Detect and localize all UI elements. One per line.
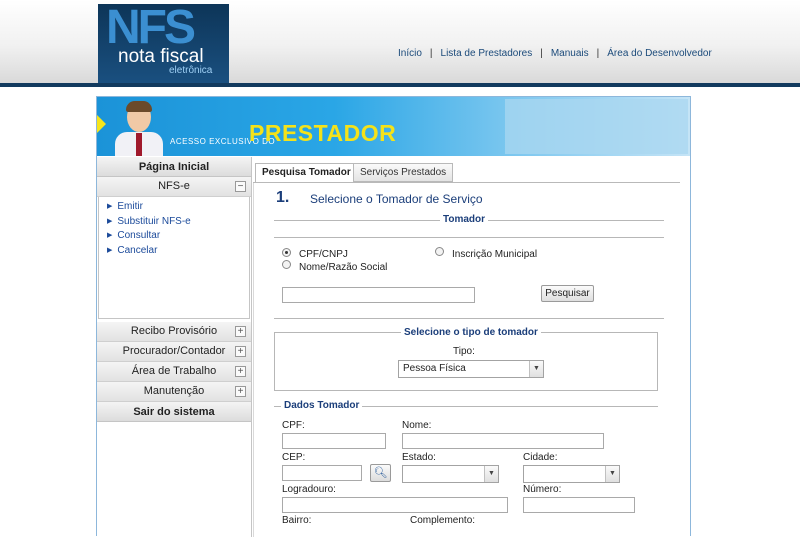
logradouro-label: Logradouro:	[282, 484, 336, 495]
sidebar-section-area-trabalho[interactable]: Área de Trabalho +	[97, 362, 251, 382]
sidebar-section-label: Recibo Provisório	[130, 325, 218, 337]
sidebar-logout[interactable]: Sair do sistema	[97, 402, 251, 422]
banner-title: PRESTADOR	[249, 120, 397, 146]
nav-separator: |	[540, 48, 543, 59]
nav-separator: |	[429, 48, 433, 59]
sidebar-section-label: NFS-e	[158, 180, 190, 192]
magnifier-icon[interactable]: 🔍︎	[370, 464, 391, 482]
radio-nome-razao-label: Nome/Razão Social	[299, 262, 388, 273]
tab-pesquisa-tomador[interactable]: Pesquisa Tomador	[255, 163, 358, 183]
tomador-search-input[interactable]	[282, 287, 475, 303]
sidebar: Página Inicial NFS-e − ▶ Emitir ▶ Substitu…	[97, 157, 252, 537]
top-header: NFS nota fiscal eletrônica Início | Lista …	[0, 0, 800, 84]
nome-input[interactable]	[402, 433, 604, 449]
cep-label: CEP:	[282, 452, 306, 463]
tab-panel: 1. Selecione o Tomador de Serviço Tomado…	[253, 183, 680, 537]
sidebar-section-label: Procurador/Contador	[122, 345, 226, 357]
nav-prestadores-link[interactable]: Lista de Prestadores	[441, 48, 533, 59]
tipo-tomador-legend: Selecione o tipo de tomador	[401, 327, 541, 338]
banner-arrow-icon	[97, 115, 106, 133]
main-container: ACESSO EXCLUSIVO DO PRESTADOR Página Ini…	[96, 96, 691, 537]
sidebar-link-cancelar[interactable]: ▶ Cancelar	[99, 244, 249, 259]
header-divider	[0, 83, 800, 87]
chevron-down-icon[interactable]: ▼	[529, 361, 543, 377]
estado-select[interactable]: ▼	[402, 465, 499, 483]
sidebar-section-procurador[interactable]: Procurador/Contador +	[97, 342, 251, 362]
numero-label: Número:	[523, 484, 562, 495]
chevron-down-icon[interactable]: ▼	[605, 466, 619, 482]
triangle-right-icon: ▶	[107, 217, 113, 225]
logo-sub-text: eletrônica	[169, 65, 213, 76]
triangle-right-icon: ▶	[107, 203, 113, 210]
tomador-legend: Tomador	[440, 214, 489, 225]
numero-input[interactable]	[523, 497, 635, 513]
sidebar-home[interactable]: Página Inicial	[97, 157, 251, 177]
cpf-input[interactable]	[282, 433, 386, 449]
sidebar-section-label: Manutenção	[143, 385, 205, 397]
expand-icon[interactable]: +	[235, 366, 246, 377]
bairro-label: Bairro:	[282, 515, 312, 526]
nome-label: Nome:	[402, 420, 432, 431]
prestador-banner: ACESSO EXCLUSIVO DO PRESTADOR	[97, 97, 690, 156]
nav-separator: |	[596, 48, 600, 59]
triangle-right-icon: ▶	[107, 232, 113, 239]
expand-icon[interactable]: +	[235, 326, 246, 337]
main-content: Pesquisa Tomador Serviços Prestados 1. S…	[253, 157, 690, 537]
sidebar-section-label: Área de Trabalho	[131, 365, 217, 377]
nav-desenvolvedor-link[interactable]: Área do Desenvolvedor	[607, 48, 712, 59]
radio-cpf-cnpj-label: CPF/CNPJ	[299, 249, 348, 260]
triangle-right-icon: ▶	[107, 246, 113, 254]
pesquisar-button[interactable]: Pesquisar	[541, 285, 594, 302]
tomador-bottom-rule	[274, 318, 664, 319]
sidebar-link-consultar[interactable]: ▶ Consultar	[99, 229, 249, 244]
cep-input[interactable]	[282, 465, 362, 481]
radio-inscricao-label: Inscrição Municipal	[452, 249, 538, 260]
step-number: 1.	[276, 189, 290, 206]
tab-servicos-prestados[interactable]: Serviços Prestados	[353, 163, 454, 182]
radio-nome-razao[interactable]	[282, 260, 291, 269]
top-nav: Início | Lista de Prestadores | Manuais | Área…	[398, 48, 712, 59]
radio-cpf-cnpj[interactable]	[282, 248, 291, 257]
estado-label: Estado:	[402, 452, 436, 463]
tipo-label: Tipo:	[453, 346, 475, 357]
radio-inscricao-municipal[interactable]	[435, 247, 444, 256]
person-icon	[115, 101, 163, 156]
banner-user-info	[505, 99, 688, 154]
tomador-inner-rule	[274, 237, 664, 238]
expand-icon[interactable]: +	[235, 346, 246, 357]
expand-icon[interactable]: +	[235, 386, 246, 397]
nfs-logo[interactable]: NFS nota fiscal eletrônica	[98, 4, 229, 84]
chevron-down-icon[interactable]: ▼	[484, 466, 498, 482]
cpf-label: CPF:	[282, 420, 305, 431]
nav-inicio-link[interactable]: Início	[398, 48, 422, 59]
collapse-icon[interactable]: −	[235, 181, 246, 192]
nfse-menu: ▶ Emitir ▶ Substituir NFS-e ▶ Consultar ▶ Ca…	[98, 197, 250, 319]
tipo-select[interactable]: Pessoa Física ▼	[398, 360, 544, 378]
sidebar-section-nfse[interactable]: NFS-e −	[97, 177, 251, 197]
tipo-select-value: Pessoa Física	[403, 363, 466, 374]
step-title: Selecione o Tomador de Serviço	[310, 192, 483, 206]
logradouro-input[interactable]	[282, 497, 508, 513]
sidebar-section-recibo[interactable]: Recibo Provisório +	[97, 322, 251, 342]
nav-manuais-link[interactable]: Manuais	[551, 48, 589, 59]
cidade-select[interactable]: ▼	[523, 465, 620, 483]
dados-legend: Dados Tomador	[281, 400, 363, 411]
cidade-label: Cidade:	[523, 452, 558, 463]
complemento-label: Complemento:	[410, 515, 476, 526]
sidebar-link-substituir[interactable]: ▶ Substituir NFS-e	[99, 215, 249, 230]
sidebar-section-manutencao[interactable]: Manutenção +	[97, 382, 251, 402]
sidebar-link-emitir[interactable]: ▶ Emitir	[99, 200, 249, 215]
